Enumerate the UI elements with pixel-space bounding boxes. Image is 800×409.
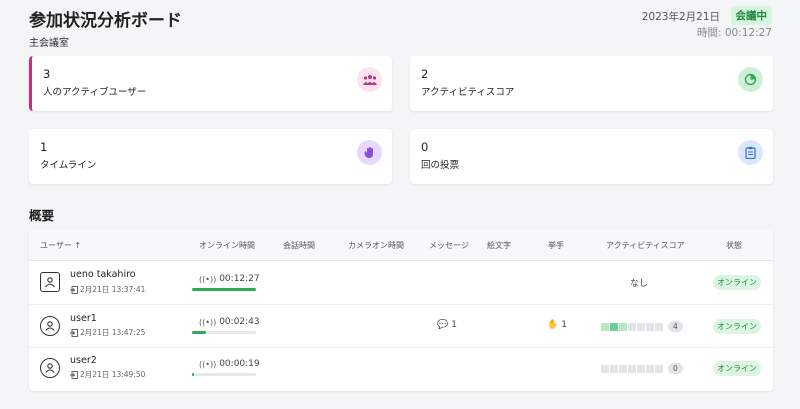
hand-icon: ✋ xyxy=(547,320,559,330)
column-activity-score[interactable]: アクティビティスコア xyxy=(606,240,685,251)
card-number: 1 xyxy=(40,140,48,154)
elapsed-time: 時間: 00:12:27 xyxy=(696,27,772,39)
card-number: 0 xyxy=(421,140,429,154)
column-messages[interactable]: メッセージ xyxy=(429,240,469,251)
status-badge: オンライン xyxy=(713,319,761,334)
page-header: 参加状況分析ボード 主会議室 2023年2月21日 会議中 時間: 00:12:… xyxy=(0,0,800,49)
login-icon xyxy=(70,370,78,379)
join-time: 2月21日 13:49:50 xyxy=(70,369,145,380)
user-avatar-icon xyxy=(40,316,60,336)
card-label: 回の投票 xyxy=(421,160,460,171)
activity-score-value: 0 xyxy=(668,363,683,374)
online-time: ((•)) 00:12:27 xyxy=(199,274,260,284)
message-count: 💬 1 xyxy=(437,320,457,330)
user-name: user1 xyxy=(70,313,97,324)
user-name: ueno takahiro xyxy=(70,269,136,280)
chat-bubble-icon: 💬 xyxy=(437,320,449,330)
column-raise-hand[interactable]: 挙手 xyxy=(548,240,564,251)
overview-table: ユーザー ↑ オンライン時間 会話時間 カメラオン時間 メッセージ 絵文字 挙手… xyxy=(29,229,773,391)
card-number: 2 xyxy=(421,67,429,81)
card-polls[interactable]: 0 回の投票 xyxy=(410,129,773,184)
card-timeline[interactable]: 1 タイムライン xyxy=(29,129,392,184)
overview-title: 概要 xyxy=(29,208,55,223)
activity-score-meter: 4 xyxy=(601,321,683,332)
users-icon xyxy=(357,67,382,92)
user-name: user2 xyxy=(70,355,97,366)
page-title: 参加状況分析ボード xyxy=(29,11,182,31)
signal-icon: ((•)) xyxy=(199,274,217,284)
activity-score-value: 4 xyxy=(668,321,683,332)
card-active-users[interactable]: 3 人のアクティブユーザー xyxy=(29,56,392,111)
raise-hand-count: ✋ 1 xyxy=(547,320,567,330)
online-time: ((•)) 00:02:43 xyxy=(199,317,260,327)
hand-icon xyxy=(357,140,382,165)
join-time: 2月21日 13:37:41 xyxy=(70,284,145,295)
activity-score-meter: 0 xyxy=(601,363,683,374)
user-avatar-icon xyxy=(40,358,60,378)
host-avatar-icon xyxy=(40,272,60,292)
online-time: ((•)) 00:00:19 xyxy=(199,359,260,369)
column-status[interactable]: 状態 xyxy=(726,240,742,251)
join-time: 2月21日 13:47:25 xyxy=(70,327,145,338)
status-badge: オンライン xyxy=(713,361,761,376)
clipboard-icon xyxy=(738,140,763,165)
column-online-time[interactable]: オンライン時間 xyxy=(199,240,255,251)
room-name: 主会議室 xyxy=(29,38,69,49)
card-activity-score[interactable]: 2 アクティビティスコア xyxy=(410,56,773,111)
card-label: タイムライン xyxy=(40,160,97,171)
status-badge: オンライン xyxy=(713,275,761,290)
table-row[interactable]: user1 2月21日 13:47:25 ((•)) 00:02:43 💬 1 … xyxy=(29,305,773,348)
login-icon xyxy=(70,285,78,294)
online-time-bar xyxy=(192,331,256,334)
meeting-status-badge: 会議中 xyxy=(730,6,772,25)
table-header: ユーザー ↑ オンライン時間 会話時間 カメラオン時間 メッセージ 絵文字 挙手… xyxy=(29,229,773,261)
column-camera-time[interactable]: カメラオン時間 xyxy=(348,240,404,251)
column-emoji[interactable]: 絵文字 xyxy=(487,240,511,251)
signal-icon: ((•)) xyxy=(199,359,217,369)
card-label: アクティビティスコア xyxy=(421,87,515,98)
activity-score-none: なし xyxy=(630,279,649,289)
online-time-bar xyxy=(192,373,256,376)
meeting-date: 2023年2月21日 xyxy=(641,11,720,23)
online-time-bar xyxy=(192,288,256,291)
signal-icon: ((•)) xyxy=(199,317,217,327)
column-user[interactable]: ユーザー ↑ xyxy=(40,240,81,251)
card-number: 3 xyxy=(43,67,51,81)
card-label: 人のアクティブユーザー xyxy=(43,87,147,98)
column-talk-time[interactable]: 会話時間 xyxy=(283,240,315,251)
login-icon xyxy=(70,328,78,337)
table-row[interactable]: user2 2月21日 13:49:50 ((•)) 00:00:19 0 オン… xyxy=(29,348,773,391)
table-row[interactable]: ueno takahiro 2月21日 13:37:41 ((•)) 00:12… xyxy=(29,262,773,305)
pie-chart-icon xyxy=(738,67,763,92)
